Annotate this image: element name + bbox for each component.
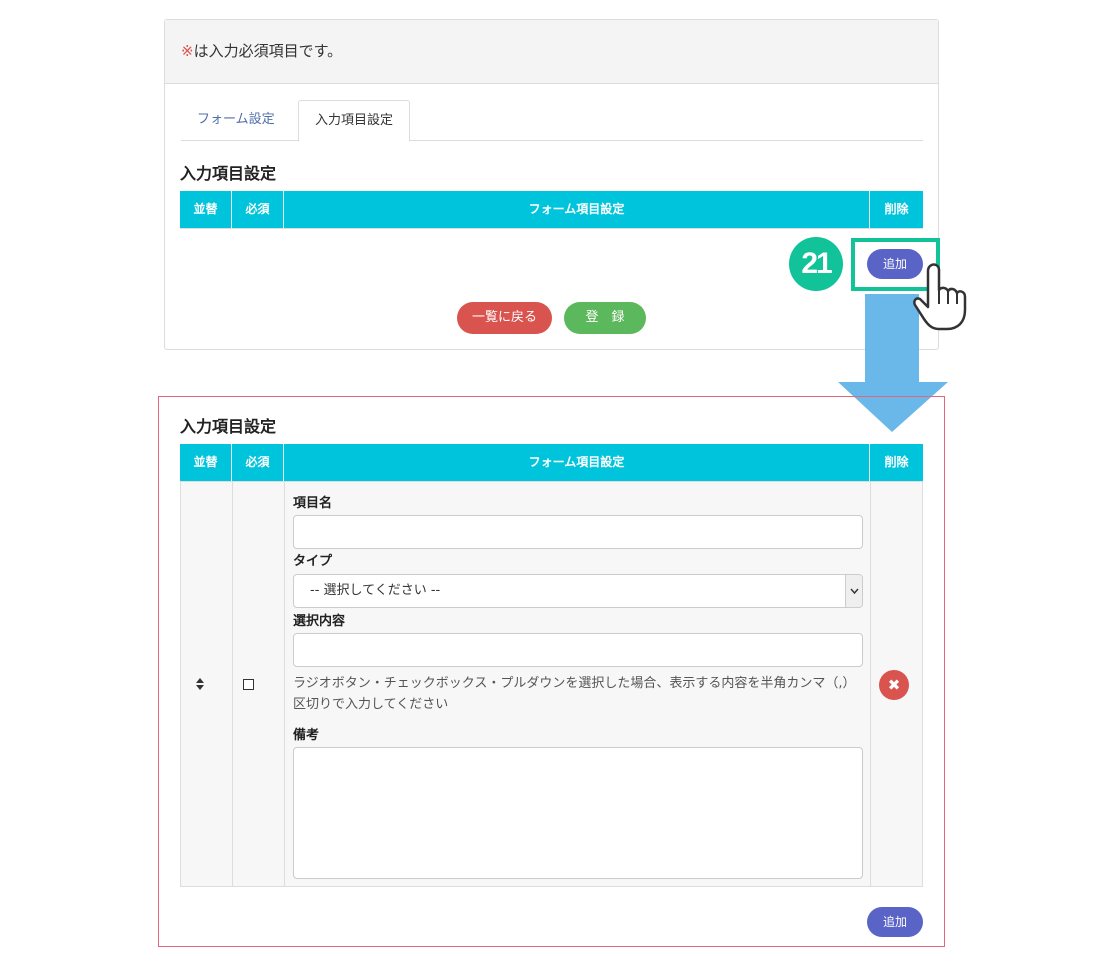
required-mark: ※ — [181, 42, 194, 60]
table-row: 項目名 タイプ -- 選択してください -- 選択内容 ラジオボタン・チェックボ… — [180, 481, 923, 887]
add-button-result[interactable]: 追加 — [867, 907, 923, 937]
column-divider — [232, 482, 233, 886]
header-required: 必須 — [232, 444, 284, 481]
times-icon: ✖ — [887, 676, 901, 694]
column-divider — [284, 482, 285, 886]
tab-bar: フォーム設定 入力項目設定 — [181, 100, 923, 142]
required-notice-text: は入力必須項目です。 — [193, 42, 343, 60]
section-title-result: 入力項目設定 — [180, 417, 277, 436]
sort-handle-icon[interactable] — [195, 677, 205, 691]
header-delete: 削除 — [884, 202, 909, 216]
note-textarea[interactable] — [293, 747, 863, 879]
header-sort: 並替 — [180, 444, 232, 481]
options-label: 選択内容 — [293, 614, 346, 629]
chevron-down-icon — [845, 575, 862, 607]
form-card: ※は入力必須項目です。 フォーム設定 入力項目設定 — [164, 19, 939, 350]
pointer-hand-icon — [913, 263, 967, 331]
header-required: 必須 — [232, 191, 284, 228]
delete-row-button[interactable]: ✖ — [879, 670, 909, 700]
options-input[interactable] — [293, 633, 863, 667]
item-name-input[interactable] — [293, 515, 863, 549]
type-select-value: -- 選択してください -- — [310, 583, 441, 598]
item-name-label: 項目名 — [293, 496, 333, 511]
tab-form-settings[interactable]: フォーム設定 — [181, 100, 291, 141]
options-hint: ラジオボタン・チェックボックス・プルダウンを選択した場合、表示する内容を半角カン… — [293, 676, 856, 712]
back-to-list-button[interactable]: 一覧に戻る — [457, 302, 552, 334]
required-checkbox[interactable] — [243, 679, 254, 690]
table-header: 並替 必須 フォーム項目設定 削除 — [180, 191, 923, 228]
header-delete: 削除 — [884, 455, 909, 469]
table-header-result: 並替 必須 フォーム項目設定 削除 — [180, 444, 923, 481]
required-notice: ※は入力必須項目です。 — [165, 20, 938, 84]
column-divider — [870, 482, 871, 886]
type-label: タイプ — [293, 554, 333, 569]
tab-input-item-settings[interactable]: 入力項目設定 — [298, 100, 411, 142]
section-title: 入力項目設定 — [180, 164, 277, 183]
step-number-badge: 21 — [789, 237, 843, 291]
table-bottom-border — [180, 228, 923, 229]
header-form-item: フォーム項目設定 — [284, 444, 870, 481]
register-button[interactable]: 登 録 — [564, 302, 646, 334]
header-sort: 並替 — [180, 191, 232, 228]
note-label: 備考 — [293, 728, 320, 743]
type-select[interactable]: -- 選択してください -- — [293, 574, 863, 608]
header-form-item: フォーム項目設定 — [284, 191, 870, 228]
